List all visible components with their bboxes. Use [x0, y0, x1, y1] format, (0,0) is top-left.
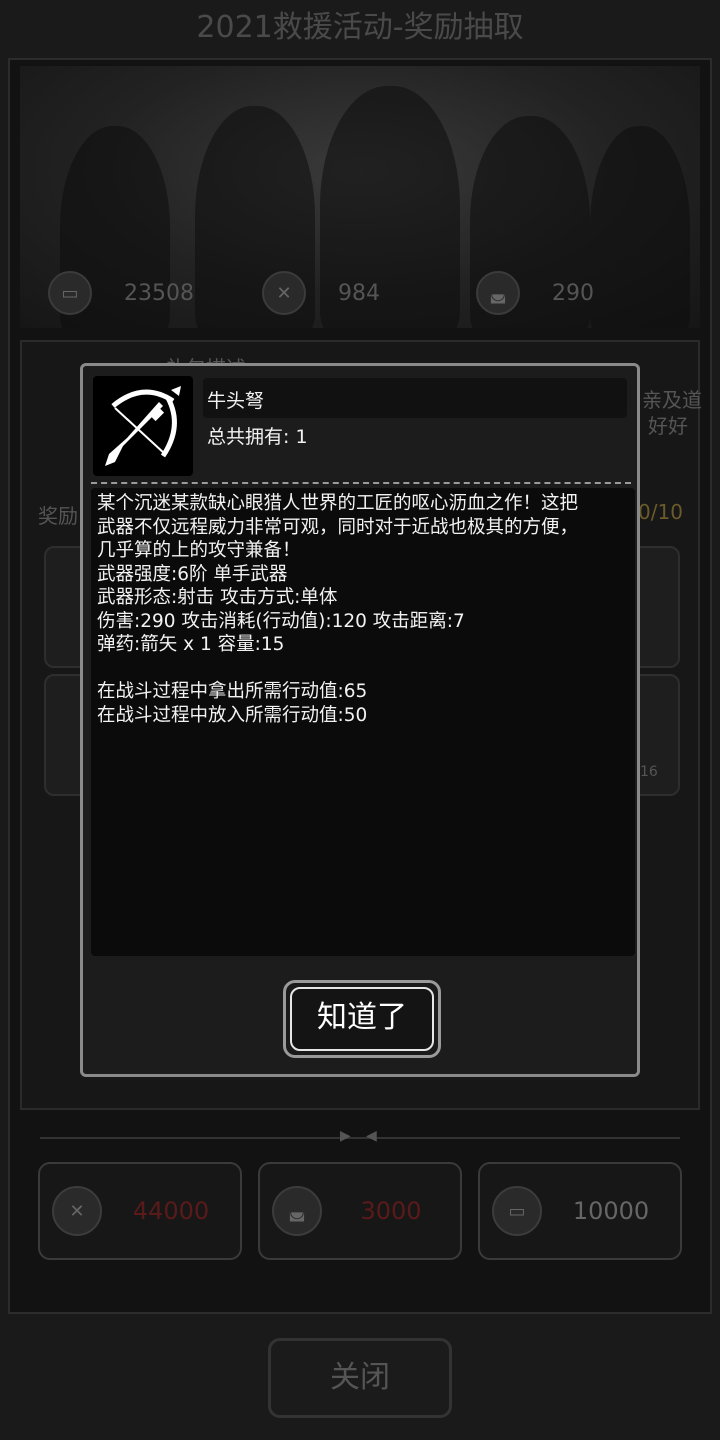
item-description: 某个沉迷某款缺心眼猎人世界的工匠的呕心沥血之作！这把 武器不仅远程威力非常可观，… — [91, 488, 635, 956]
item-name-bar — [203, 378, 627, 418]
draw-counter: 0/10 — [638, 500, 683, 524]
description-line: 武器形态:射击 攻击方式:单体 — [97, 587, 338, 608]
item-owned-count: 总共拥有: 1 — [207, 426, 308, 448]
cost-value: 3000 — [360, 1197, 422, 1225]
description-line: 在战斗过程中放入所需行动值:50 — [97, 704, 368, 726]
car-icon: ◛ — [476, 271, 520, 315]
description-line — [97, 657, 629, 681]
ok-button[interactable]: 知道了 — [283, 980, 441, 1058]
ok-button-label: 知道了 — [290, 987, 434, 1051]
page-title: 2021救援活动-奖励抽取 — [196, 10, 524, 45]
description-line: 武器不仅远程威力非常可观，同时对于近战也极其的方便， — [97, 516, 579, 538]
item-name: 牛头弩 — [207, 390, 265, 412]
section-label: 奖励 — [38, 504, 78, 528]
card-icon: ▭ — [48, 271, 92, 315]
stat-cars: ◛ 290 — [476, 268, 594, 318]
crossbow-icon — [93, 376, 193, 476]
stat-tools: ✕ 984 — [262, 268, 380, 318]
divider — [40, 1137, 680, 1139]
cost-value: 44000 — [132, 1197, 210, 1225]
draw-with-cars-button[interactable]: ◛ 3000 — [258, 1162, 462, 1260]
arrow-right-icon: ▶ — [340, 1128, 351, 1144]
crossed-tools-icon: ✕ — [52, 1186, 102, 1236]
draw-with-tools-button[interactable]: ✕ 44000 — [38, 1162, 242, 1260]
description-line: 伤害:290 攻击消耗(行动值):120 攻击距离:7 — [97, 610, 465, 632]
description-line: 在战斗过程中拿出所需行动值:65 — [97, 681, 368, 702]
card-badge: 16 — [640, 764, 658, 780]
crossed-tools-icon: ✕ — [262, 271, 306, 315]
stat-cards: ▭ 23508 — [48, 268, 194, 318]
right-text-1: 亲及道 — [642, 388, 702, 412]
cost-value: 10000 — [572, 1197, 650, 1225]
item-detail-dialog: 牛头弩 总共拥有: 1 某个沉迷某款缺心眼猎人世界的工匠的呕心沥血之作！这把 武… — [80, 363, 640, 1077]
stat-value: 984 — [338, 280, 380, 306]
description-line: 某个沉迷某款缺心眼猎人世界的工匠的呕心沥血之作！这把 — [97, 493, 579, 514]
description-line: 弹药:箭矢 x 1 容量:15 — [97, 634, 285, 655]
car-icon: ◛ — [272, 1186, 322, 1236]
card-icon: ▭ — [492, 1186, 542, 1236]
right-text-2: 好好 — [648, 414, 688, 438]
description-line: 武器强度:6阶 单手武器 — [97, 563, 288, 585]
dashed-divider — [91, 482, 631, 484]
draw-with-cards-button[interactable]: ▭ 10000 — [478, 1162, 682, 1260]
stat-value: 23508 — [124, 280, 194, 306]
stat-value: 290 — [552, 280, 594, 306]
arrow-left-icon: ◀ — [366, 1128, 377, 1144]
description-line: 几乎算的上的攻守兼备！ — [97, 540, 301, 561]
close-button[interactable]: 关闭 — [268, 1338, 452, 1418]
